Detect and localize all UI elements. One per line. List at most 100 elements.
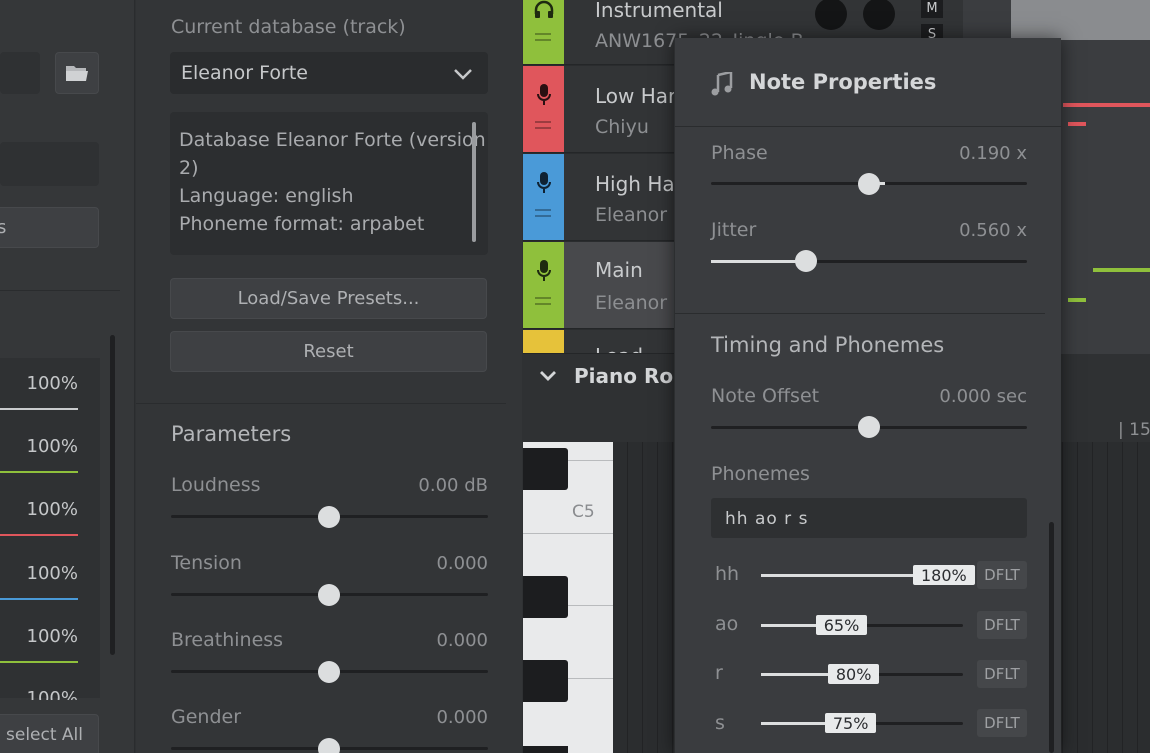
select-all-button[interactable]: select All xyxy=(0,714,99,753)
black-key[interactable] xyxy=(523,448,568,490)
phoneme-duration-badge[interactable]: 80% xyxy=(827,664,880,684)
track-name: Low Har xyxy=(595,84,677,108)
param-slider-knob[interactable] xyxy=(318,506,340,528)
timing-section-title: Timing and Phonemes xyxy=(711,333,945,357)
piano-keyboard[interactable]: C5 xyxy=(523,442,613,753)
track-color-strip xyxy=(523,242,564,328)
note-offset-value: 0.000 sec xyxy=(939,386,1027,407)
black-key[interactable] xyxy=(523,660,568,702)
divider xyxy=(675,126,1062,127)
phonemes-input[interactable]: hh ao r s xyxy=(711,498,1027,538)
black-key[interactable] xyxy=(523,746,568,753)
volume-scrollbar[interactable] xyxy=(110,335,115,655)
volume-line xyxy=(0,661,78,663)
jitter-slider-fill xyxy=(711,260,806,263)
note-block[interactable] xyxy=(1068,122,1086,126)
audio-waveform xyxy=(1011,0,1150,40)
note-block[interactable] xyxy=(1068,298,1086,302)
volume-value: 100% xyxy=(26,688,78,700)
track-color-strip xyxy=(523,0,564,64)
info-line: Phoneme format: arpabet xyxy=(179,213,425,235)
phoneme-slider-fill xyxy=(761,574,913,577)
track-color-strip xyxy=(523,154,564,240)
bar-number-value: 15 xyxy=(1129,420,1150,440)
note-offset-label: Note Offset xyxy=(711,385,820,407)
param-slider-knob[interactable] xyxy=(318,738,340,753)
drag-handle-icon[interactable] xyxy=(535,33,551,41)
database-info: Database Eleanor Forte (version 2) Langu… xyxy=(170,112,488,255)
volume-line xyxy=(0,471,78,473)
phoneme-label: s xyxy=(715,712,725,734)
note-block[interactable] xyxy=(1093,268,1150,272)
database-value: Eleanor Forte xyxy=(181,62,308,84)
piano-roll-title: Piano Rol xyxy=(574,364,680,388)
track-name: Lead xyxy=(595,344,643,353)
default-button[interactable]: DFLT xyxy=(977,561,1027,589)
volume-value: 100% xyxy=(26,626,78,647)
note-offset-slider-knob[interactable] xyxy=(858,416,880,438)
default-button[interactable]: DFLT xyxy=(977,611,1027,639)
track-voice: Eleanor F xyxy=(595,204,685,226)
black-key[interactable] xyxy=(523,576,568,618)
param-slider-knob[interactable] xyxy=(318,661,340,683)
left-field[interactable] xyxy=(0,142,99,186)
folder-icon xyxy=(66,66,88,81)
info-line: 2) xyxy=(179,157,199,179)
param-value: 0.000 xyxy=(436,707,488,728)
phoneme-slider-fill xyxy=(761,673,828,676)
open-folder-button[interactable] xyxy=(55,52,99,94)
default-button[interactable]: DFLT xyxy=(977,709,1027,737)
phoneme-slider-fill xyxy=(761,722,825,725)
pan-knob[interactable] xyxy=(863,0,895,30)
note-properties-panel: Note Properties Phase 0.190 x Jitter 0.5… xyxy=(674,38,1062,753)
phoneme-label: ao xyxy=(715,613,739,635)
divider xyxy=(136,403,506,404)
presets-button[interactable]: s xyxy=(0,207,99,248)
param-value: 0.00 dB xyxy=(418,475,488,496)
path-field[interactable] xyxy=(0,52,40,94)
popup-title: Note Properties xyxy=(749,70,937,94)
load-save-presets-button[interactable]: Load/Save Presets... xyxy=(170,278,487,319)
phoneme-duration-badge[interactable]: 180% xyxy=(913,565,975,585)
track-color-strip xyxy=(523,66,564,152)
drag-handle-icon[interactable] xyxy=(535,209,551,217)
track-name: High Har xyxy=(595,172,683,196)
default-button[interactable]: DFLT xyxy=(977,660,1027,688)
database-label: Current database (track) xyxy=(171,16,406,38)
phoneme-duration-badge[interactable]: 75% xyxy=(824,713,877,733)
phase-label: Phase xyxy=(711,142,768,164)
drag-handle-icon[interactable] xyxy=(535,297,551,305)
reset-button[interactable]: Reset xyxy=(170,331,487,372)
popup-scrollbar[interactable] xyxy=(1049,522,1054,753)
param-slider-knob[interactable] xyxy=(318,584,340,606)
param-value: 0.000 xyxy=(436,630,488,651)
drag-handle-icon[interactable] xyxy=(535,121,551,129)
phase-slider-knob[interactable] xyxy=(858,173,880,195)
jitter-slider-knob[interactable] xyxy=(794,250,817,272)
key-label: C5 xyxy=(572,502,595,522)
volume-value: 100% xyxy=(26,436,78,457)
voice-properties-panel: Current database (track) Eleanor Forte D… xyxy=(136,0,522,753)
note-block[interactable] xyxy=(1063,103,1150,107)
volume-line xyxy=(0,408,78,410)
chevron-down-icon[interactable] xyxy=(539,370,557,382)
info-line: Language: english xyxy=(179,185,354,207)
track-voice: Chiyu xyxy=(595,116,649,138)
phoneme-label: hh xyxy=(715,563,740,585)
volume-knob[interactable] xyxy=(815,0,847,30)
database-select[interactable]: Eleanor Forte xyxy=(170,52,488,94)
phoneme-duration-badge[interactable]: 65% xyxy=(815,615,868,635)
mute-button[interactable]: M xyxy=(921,0,943,18)
param-label: Gender xyxy=(171,706,242,728)
param-label: Tension xyxy=(171,552,242,574)
info-scrollbar[interactable] xyxy=(472,122,476,242)
info-line: Database Eleanor Forte (version xyxy=(179,129,486,151)
phonemes-input-value: hh ao r s xyxy=(725,509,809,529)
jitter-value: 0.560 x xyxy=(959,220,1027,241)
left-panel: s 100% 100% 100% 100% 100% 100% select A… xyxy=(0,0,135,753)
chevron-down-icon xyxy=(454,69,472,80)
presets-button-label: s xyxy=(0,217,7,238)
track-name: Instrumental xyxy=(595,0,723,22)
track-name: Main xyxy=(595,258,643,282)
divider xyxy=(0,290,120,291)
